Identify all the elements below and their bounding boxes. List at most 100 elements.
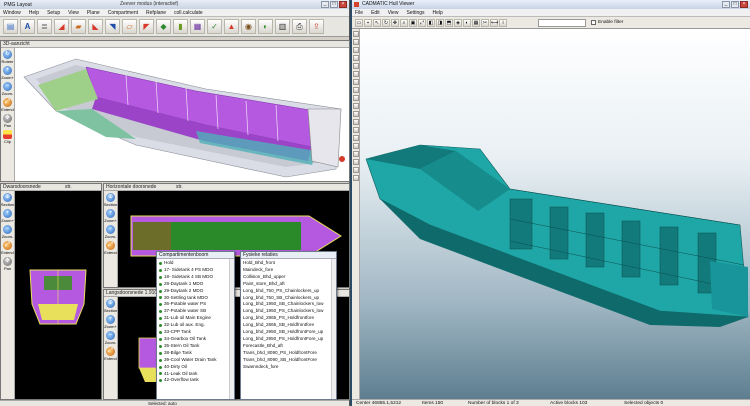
section-icon[interactable]: ◣ (88, 19, 103, 34)
info-icon[interactable]: i (499, 18, 507, 27)
menu-settings[interactable]: Settings (406, 10, 424, 16)
fit-icon[interactable]: ⤢ (418, 18, 426, 27)
tool-7-icon[interactable] (352, 79, 359, 85)
tool-2-icon[interactable] (352, 39, 359, 45)
minimize-button[interactable]: _ (321, 1, 329, 8)
print-icon[interactable]: ⎙ (292, 19, 307, 34)
save-icon[interactable]: ▪ (364, 18, 372, 27)
close-button[interactable]: × (740, 1, 748, 8)
list-item[interactable]: 28-Daytank 1 MDO (159, 281, 232, 288)
list-item[interactable]: 41-Leak Oil tank (159, 371, 232, 378)
list-item[interactable]: Long_bhd_1950_PS_Chainlockers_low (243, 308, 334, 315)
stability-icon[interactable]: ◐ (258, 19, 273, 34)
list-item[interactable]: 32-Lub oil aux. Eng. (159, 322, 232, 329)
section-button[interactable]: ⊕ Section (1, 193, 14, 207)
zoom-out-button[interactable]: − Zoom- (105, 331, 116, 345)
tool-14-icon[interactable] (352, 135, 359, 141)
menu-window[interactable]: Window (3, 10, 21, 16)
zoom-in-button[interactable]: + Zoom+ (1, 66, 14, 80)
list-item[interactable]: Hold_Bhd_front (243, 260, 334, 267)
minimize-button[interactable]: _ (722, 1, 730, 8)
list-item[interactable]: 17- Sidetank 4 PS MDO (159, 267, 232, 274)
compartment-icon[interactable]: ◆ (156, 19, 171, 34)
tool-9-icon[interactable] (352, 95, 359, 101)
tool-8-icon[interactable] (352, 87, 359, 93)
menu-view[interactable]: View (68, 10, 79, 16)
tool-10-icon[interactable] (352, 103, 359, 109)
tool-19-icon[interactable] (352, 175, 359, 181)
check-icon[interactable]: ✓ (207, 19, 222, 34)
menu-compartment[interactable]: Compartment (108, 10, 138, 16)
select-icon[interactable]: ↖ (373, 18, 381, 27)
menu-help[interactable]: Help (29, 10, 39, 16)
menu-refplane[interactable]: Refplane (146, 10, 166, 16)
list-item[interactable]: Long_bhd_1950_SB_Chainlockers_low (243, 301, 334, 308)
list-item[interactable]: 37-Potable water SB (159, 308, 232, 315)
enable-filter-checkbox[interactable]: Enable filter (591, 20, 623, 25)
pane-3d-view[interactable]: 3D-aanzicht ↻ Roteer + Zoom+ − Zoom- ⤢ Exten… (0, 40, 350, 182)
list-item[interactable]: 42-Overflow tank (159, 377, 232, 384)
open-icon[interactable]: ▭ (355, 18, 363, 27)
list-item[interactable]: Long_bhd_2950_SB_HoldfrontFore_up (243, 329, 334, 336)
section-button[interactable]: ⊕ Section (104, 193, 117, 207)
profile-icon[interactable]: ◥ (105, 19, 120, 34)
tool-18-icon[interactable] (352, 167, 359, 173)
extend-button[interactable]: ⤢ Extend (1, 241, 14, 255)
menu-calculate[interactable]: coll.calculate (174, 10, 203, 16)
pan-button[interactable]: ✥ Pan (3, 257, 12, 271)
tool-12-icon[interactable] (352, 119, 359, 125)
rotate-button[interactable]: ↻ Roteer (1, 50, 14, 64)
tool-3-icon[interactable] (352, 47, 359, 53)
tool-5-icon[interactable] (352, 63, 359, 69)
tool-13-icon[interactable] (352, 127, 359, 133)
hull-icon[interactable]: ◢ (54, 19, 69, 34)
extend-button[interactable]: ⤢ Extend (104, 241, 117, 255)
side-view-icon[interactable]: ◨ (436, 18, 444, 27)
pan-icon[interactable]: ✥ (391, 18, 399, 27)
pan-button[interactable]: ✥ Pan (3, 114, 12, 128)
list-item[interactable]: Hold (159, 260, 232, 267)
deck-icon[interactable]: ▰ (71, 19, 86, 34)
zoom-in-button[interactable]: + Zoom+ (104, 209, 117, 223)
tool-15-icon[interactable] (352, 143, 359, 149)
menu-edit[interactable]: Edit (371, 10, 380, 16)
list-item[interactable]: 33-CPP Tank (159, 329, 232, 336)
zoom-in-button[interactable]: + Zoom+ (104, 315, 117, 329)
export-icon[interactable]: ⇪ (309, 19, 324, 34)
shade-icon[interactable]: ◐ (463, 18, 471, 27)
wireframe-icon[interactable]: ▦ (472, 18, 480, 27)
list-item[interactable]: Long_bhd_2865_SB_Holdfrontfore (243, 322, 334, 329)
list-item[interactable]: Long_bhd_750_PS_Chainlockers_up (243, 288, 334, 295)
list-item[interactable]: 29-Daytank 2 MDO (159, 288, 232, 295)
tool-1-icon[interactable] (352, 31, 359, 37)
extend-button[interactable]: ⤢ Extend (104, 347, 117, 361)
list-item[interactable]: Forecastle_Bhd_aft (243, 343, 334, 350)
compartment-scrollbar[interactable] (229, 259, 234, 399)
maximize-button[interactable]: □ (731, 1, 739, 8)
list-item[interactable]: Paint_store_Bhd_aft (243, 281, 334, 288)
close-button[interactable]: × (339, 1, 347, 8)
weight-icon[interactable]: ◉ (241, 19, 256, 34)
front-view-icon[interactable]: ◧ (427, 18, 435, 27)
list-item[interactable]: 35-Stern Oil Tank (159, 343, 232, 350)
iso-view-icon[interactable]: ◈ (454, 18, 462, 27)
zoom-icon[interactable]: ⌕ (400, 18, 408, 27)
menu-file[interactable]: File (355, 10, 363, 16)
rotate-icon[interactable]: ↻ (382, 18, 390, 27)
list-item[interactable]: 40-Dirty Oil (159, 364, 232, 371)
list-item[interactable]: 39-Cool Water Drain Tank (159, 357, 232, 364)
list-item[interactable]: Collision_Bhd_upper (243, 274, 334, 281)
list-item[interactable]: 34-Gearbox Oil Tank (159, 336, 232, 343)
list-item[interactable]: Long_bhd_2950_PS_HoldfrontFore_up (243, 336, 334, 343)
extend-button[interactable]: ⤢ Extend (1, 98, 14, 112)
physical-relations-scrollbar[interactable] (331, 259, 336, 399)
maximize-button[interactable]: □ (330, 1, 338, 8)
list-item[interactable]: 31-Lub oil Main Engine (159, 315, 232, 322)
new-icon[interactable]: ▤ (3, 19, 18, 34)
filter-dropdown[interactable] (538, 18, 586, 27)
tank-icon[interactable]: ◤ (139, 19, 154, 34)
zoom-out-button[interactable]: − Zoom- (2, 225, 13, 239)
grid-icon[interactable]: ▦ (190, 19, 205, 34)
list-item[interactable]: 36-Potable water PS (159, 301, 232, 308)
hull-3d-viewport[interactable] (360, 29, 750, 399)
